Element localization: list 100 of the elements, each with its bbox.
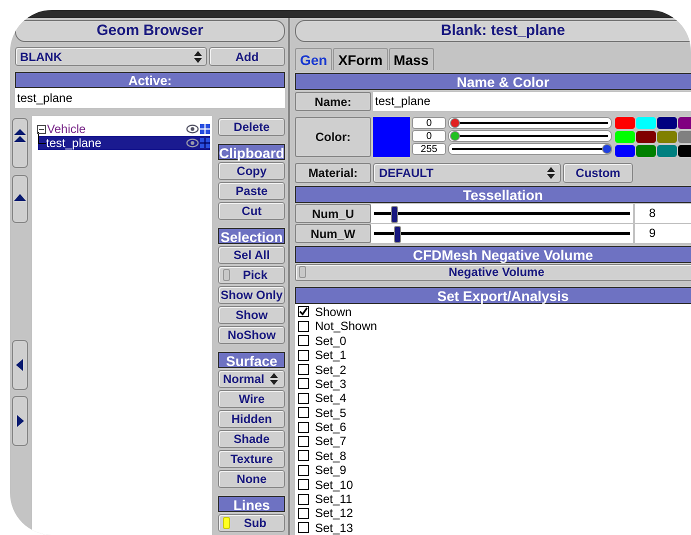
checkbox[interactable] [298,422,309,433]
section-header: CFDMesh Negative Volume [295,246,691,263]
custom-button[interactable]: Custom [563,163,633,183]
set-label: Set_1 [315,348,346,362]
checkbox[interactable] [298,364,309,375]
set-label: Set_12 [315,506,354,520]
action-button[interactable]: Shade [218,430,286,448]
palette-color[interactable] [615,145,635,157]
surface-dropdown[interactable]: Normal [218,370,286,388]
name-field[interactable]: test_plane [373,92,691,111]
action-button[interactable]: Delete [218,118,286,136]
up-arrow-icon [14,194,26,202]
eye-icon[interactable] [186,138,199,148]
action-button[interactable]: Cut [218,202,286,220]
set-label: Set_0 [315,334,346,348]
value-field[interactable]: 9 [633,224,691,243]
palette-color[interactable] [657,117,677,129]
checkbox[interactable] [298,508,309,519]
palette-color[interactable] [636,145,656,157]
channel-slider[interactable] [448,143,612,155]
checkbox[interactable] [298,479,309,490]
set-label: Set_10 [315,478,354,492]
checkbox[interactable] [298,407,309,418]
grid-icon[interactable] [200,138,210,148]
material-dropdown[interactable]: DEFAULT [373,163,561,183]
slider-thumb[interactable] [391,206,398,223]
section-header: Set Export/Analysis [295,286,691,304]
checkbox[interactable] [298,320,309,332]
scroll-left-button[interactable] [12,340,28,390]
action-button[interactable]: Wire [218,390,286,408]
set-label: Set_13 [315,520,354,535]
right-arrow-icon [16,415,24,427]
section-header: Active: [15,72,285,88]
slider-thumb[interactable] [602,144,612,154]
tree-label: Vehicle [47,122,87,136]
tab[interactable]: Gen [295,48,332,70]
action-button[interactable]: Hidden [218,410,286,428]
color-label: Color: [295,117,371,157]
value-field[interactable]: 8 [633,204,691,223]
type-dropdown[interactable]: BLANK [15,47,207,66]
window-title: Geom Browser [15,20,285,42]
section-header: Lines [218,496,286,512]
section-header: Name & Color [295,73,691,90]
slider-thumb[interactable] [450,118,460,128]
action-button[interactable]: Copy [218,162,286,180]
add-button[interactable]: Add [209,47,285,66]
channel-field[interactable]: 0 [412,130,446,142]
tessellation-slider[interactable] [371,204,633,223]
palette-color[interactable] [615,131,635,143]
checkbox[interactable] [298,436,309,447]
slider-thumb[interactable] [450,131,460,141]
checkbox[interactable] [298,522,309,534]
action-button[interactable]: Sel All [218,246,286,264]
checkbox[interactable] [298,350,309,361]
slider-thumb[interactable] [394,226,401,243]
palette-color[interactable] [657,145,677,157]
grid-icon[interactable] [200,124,210,134]
set-label: Not_Shown [315,319,378,334]
toggle-button[interactable]: Sub [218,514,286,532]
channel-field[interactable]: 255 [412,143,446,155]
tree-item[interactable]: Vehicle [32,122,210,136]
active-field[interactable]: test_plane [15,88,285,108]
section-header: Tessellation [295,186,691,203]
palette-color[interactable] [636,131,656,143]
set-label: Set_5 [315,406,346,420]
tree-connector [38,132,46,144]
action-button[interactable]: NoShow [218,326,286,344]
set-label: Set_8 [315,448,346,463]
collapse-icon[interactable] [37,124,46,134]
action-button[interactable]: Texture [218,450,286,468]
tab[interactable]: XForm [333,48,388,70]
action-button[interactable]: Paste [218,182,286,200]
section-header: Surface [218,352,286,368]
scroll-up-button[interactable] [12,175,28,223]
negative-volume-toggle[interactable]: Negative Volume [295,264,691,281]
checkbox[interactable] [298,494,309,505]
checkbox[interactable] [298,306,309,318]
tab[interactable]: Mass [388,48,434,70]
channel-slider[interactable] [448,130,612,142]
checkbox[interactable] [298,392,309,404]
section-header: Selection [218,228,286,244]
action-button[interactable]: Show Only [218,286,286,304]
eye-icon[interactable] [186,124,199,134]
palette-color[interactable] [615,117,635,129]
checkbox[interactable] [298,464,309,476]
toggle-button[interactable]: Pick [218,266,286,284]
set-label: Set_4 [315,391,346,406]
tessellation-slider[interactable] [371,224,633,243]
channel-slider[interactable] [448,117,612,129]
palette-color[interactable] [657,131,677,143]
checkbox[interactable] [298,335,309,346]
scroll-top-button[interactable] [12,118,28,168]
channel-field[interactable]: 0 [412,117,446,129]
palette-color[interactable] [636,117,656,129]
action-button[interactable]: None [218,470,286,488]
checkbox[interactable] [298,378,309,390]
set-label: Set_3 [315,376,346,391]
scroll-right-button[interactable] [12,396,28,446]
action-button[interactable]: Show [218,306,286,324]
checkbox[interactable] [298,450,309,462]
